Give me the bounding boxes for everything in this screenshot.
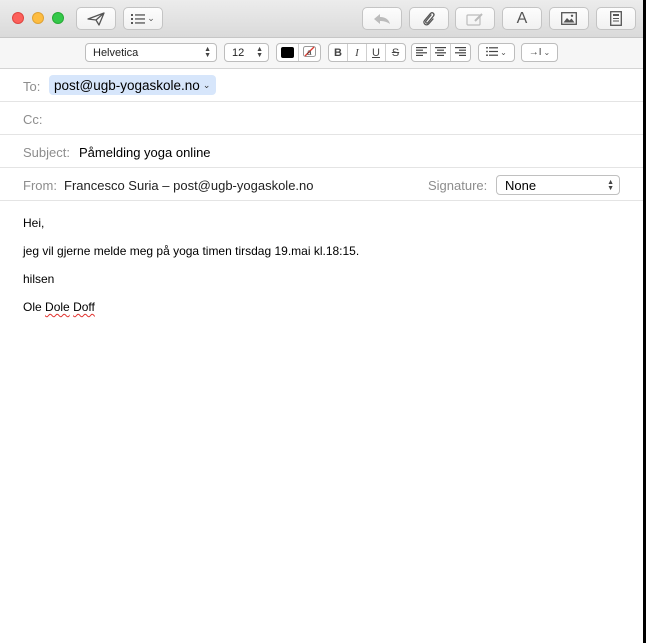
stationery-button[interactable] [596,7,636,30]
from-label: From: [23,178,57,193]
align-left-icon [415,46,427,59]
signature-middle-name: Dole [45,300,70,314]
indent-icon: →I [528,47,542,58]
font-size-select[interactable]: 12 ▲ ▼ [224,43,269,62]
underline-button[interactable]: U [367,44,386,61]
reply-arrow-icon [373,13,391,25]
list-icon [131,13,146,24]
no-color-icon: a [302,45,316,60]
recipient-address: post@ugb-yogaskole.no [54,77,200,93]
stationery-icon [610,11,622,26]
subject-input[interactable]: Påmelding yoga online [79,145,211,160]
body-line-greeting: Hei, [23,216,45,230]
signature-label: Signature: [428,178,488,193]
align-center-icon [435,46,447,59]
from-field-row: From: Francesco Suria – post@ugb-yogasko… [0,168,643,201]
text-style-controls: B I U S [328,43,406,62]
compose-window: ⌄ A Helvetica ▲ ▼ 12 ▲ ▼ a B I U S ⌄ →I … [0,0,643,643]
color-controls: a [276,43,321,62]
align-left-button[interactable] [412,44,432,61]
minimize-window-button[interactable] [32,12,44,24]
photo-browser-button[interactable] [549,7,589,30]
font-size-value: 12 [232,46,245,59]
indent-select[interactable]: →I ⌄ [521,43,558,62]
align-center-button[interactable] [431,44,451,61]
signature-last-name: Doff [73,300,95,314]
markup-icon [466,12,484,26]
photo-browser-icon [561,12,577,25]
chevron-down-icon: ⌄ [543,48,551,57]
attach-button[interactable] [409,7,449,30]
font-family-select[interactable]: Helvetica ▲ ▼ [85,43,217,62]
alignment-controls [411,43,471,62]
subject-field-row[interactable]: Subject: Påmelding yoga online [0,135,643,168]
font-family-value: Helvetica [93,46,139,59]
body-line-signature: Ole Dole Doff [23,300,359,328]
message-body[interactable]: Hei, jeg vil gjerne melde meg på yoga ti… [23,216,359,328]
up-down-arrows-icon: ▲ ▼ [204,46,211,59]
bulleted-list-icon [486,46,499,59]
up-down-arrows-icon: ▲ ▼ [256,46,263,59]
paper-plane-icon [87,11,105,26]
reply-button[interactable] [362,7,402,30]
header-fields-button[interactable]: ⌄ [123,7,163,30]
bold-button[interactable]: B [329,44,348,61]
format-text-button[interactable]: A [502,7,542,30]
up-down-arrows-icon: ▲ ▼ [607,179,614,192]
italic-button[interactable]: I [348,44,367,61]
body-line-1: jeg vil gjerne melde meg på yoga timen t… [23,244,360,258]
chevron-down-icon: ⌄ [500,48,507,57]
close-window-button[interactable] [12,12,24,24]
svg-text:a: a [307,48,312,57]
body-line-closing: hilsen [23,272,55,286]
background-color-button[interactable]: a [299,44,320,61]
cc-label: Cc: [23,112,43,127]
send-button[interactable] [76,7,116,30]
to-label: To: [23,79,41,94]
align-right-button[interactable] [451,44,470,61]
text-color-button[interactable] [277,44,299,61]
zoom-window-button[interactable] [52,12,64,24]
chevron-down-icon: ⌄ [147,13,155,23]
from-select[interactable]: Francesco Suria – post@ugb-yogaskole.no [64,178,314,193]
signature-select[interactable]: None ▲ ▼ [496,175,620,195]
format-bar: Helvetica ▲ ▼ 12 ▲ ▼ a B I U S ⌄ →I ⌄ [0,38,643,69]
signature-first-name: Ole [23,300,42,314]
chevron-down-icon: ⌄ [202,79,211,90]
signature-value: None [505,177,537,193]
paperclip-icon [422,11,436,27]
cc-field-row[interactable]: Cc: [0,102,643,135]
markup-button[interactable] [455,7,495,30]
subject-label: Subject: [23,145,70,160]
format-text-icon: A [516,9,528,27]
list-style-select[interactable]: ⌄ [478,43,515,62]
strikethrough-button[interactable]: S [386,44,405,61]
to-field-row: To: post@ugb-yogaskole.no ⌄ [0,69,643,102]
color-swatch-icon [280,47,294,58]
recipient-token[interactable]: post@ugb-yogaskole.no ⌄ [49,75,217,95]
toolbar: ⌄ A [0,0,643,38]
align-right-icon [454,46,466,59]
